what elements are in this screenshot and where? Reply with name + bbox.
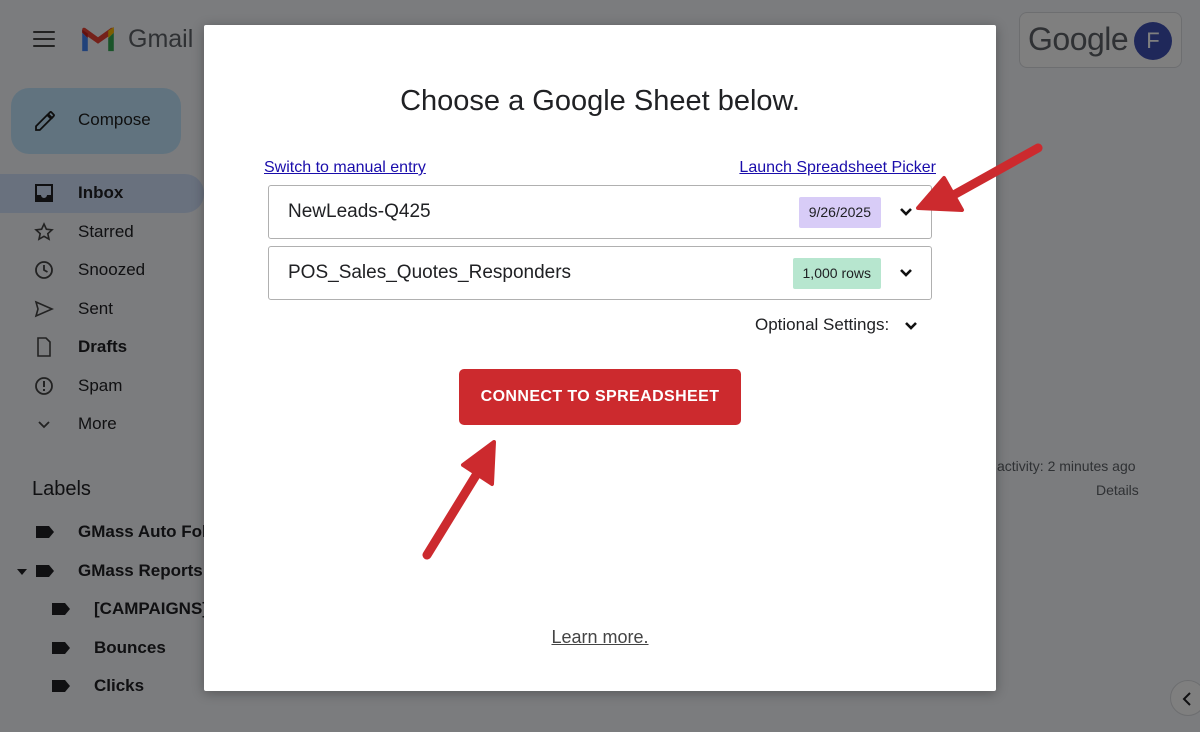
learn-more-link[interactable]: Learn more. [551, 627, 648, 647]
chevron-down-icon[interactable] [899, 206, 913, 218]
worksheet-name: POS_Sales_Quotes_Responders [288, 262, 572, 283]
row-count-badge: 1,000 rows [792, 258, 881, 289]
launch-spreadsheet-picker-link[interactable]: Launch Spreadsheet Picker [739, 159, 936, 177]
learn-more-row: Learn more. [204, 627, 996, 648]
switch-to-manual-entry-link[interactable]: Switch to manual entry [264, 159, 426, 177]
sheet-select-primary[interactable]: NewLeads-Q425 9/26/2025 [268, 185, 932, 239]
sheet-date-badge: 9/26/2025 [798, 197, 881, 228]
sheet-name: NewLeads-Q425 [288, 201, 431, 222]
optional-settings-toggle[interactable]: Optional Settings: [755, 315, 889, 335]
dialog-title: Choose a Google Sheet below. [400, 85, 800, 117]
chevron-down-icon[interactable] [904, 320, 918, 332]
connect-to-spreadsheet-button[interactable]: CONNECT TO SPREADSHEET [459, 369, 741, 425]
chevron-down-icon[interactable] [899, 267, 913, 279]
worksheet-select[interactable]: POS_Sales_Quotes_Responders 1,000 rows [268, 246, 932, 300]
choose-sheet-dialog: Choose a Google Sheet below. Switch to m… [204, 25, 996, 691]
